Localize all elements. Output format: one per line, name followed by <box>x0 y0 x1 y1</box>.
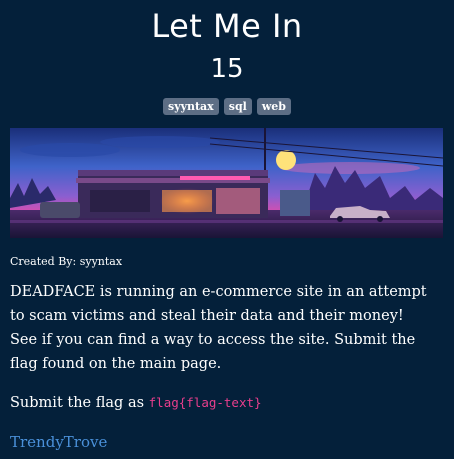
challenge-modal: Let Me In 15 syyntax sql web Created By:… <box>0 0 454 459</box>
tag-list: syyntax sql web <box>0 98 454 115</box>
flag-instructions: Submit the flag as flag{flag-text} <box>10 391 430 415</box>
challenge-banner-image <box>10 128 443 238</box>
challenge-points: 15 <box>210 54 244 84</box>
tag-web: web <box>256 98 291 115</box>
flag-format: flag{flag-text} <box>148 395 262 410</box>
challenge-author: Created By: syyntax <box>10 255 123 268</box>
tag-sql: sql <box>223 98 252 115</box>
challenge-title: Let Me In <box>151 7 303 45</box>
challenge-description: DEADFACE is running an e-commerce site i… <box>10 284 427 372</box>
flag-instructions-label: Submit the flag as <box>10 395 149 411</box>
challenge-link[interactable]: TrendyTrove <box>10 430 107 454</box>
tag-syyntax: syyntax <box>163 98 219 115</box>
